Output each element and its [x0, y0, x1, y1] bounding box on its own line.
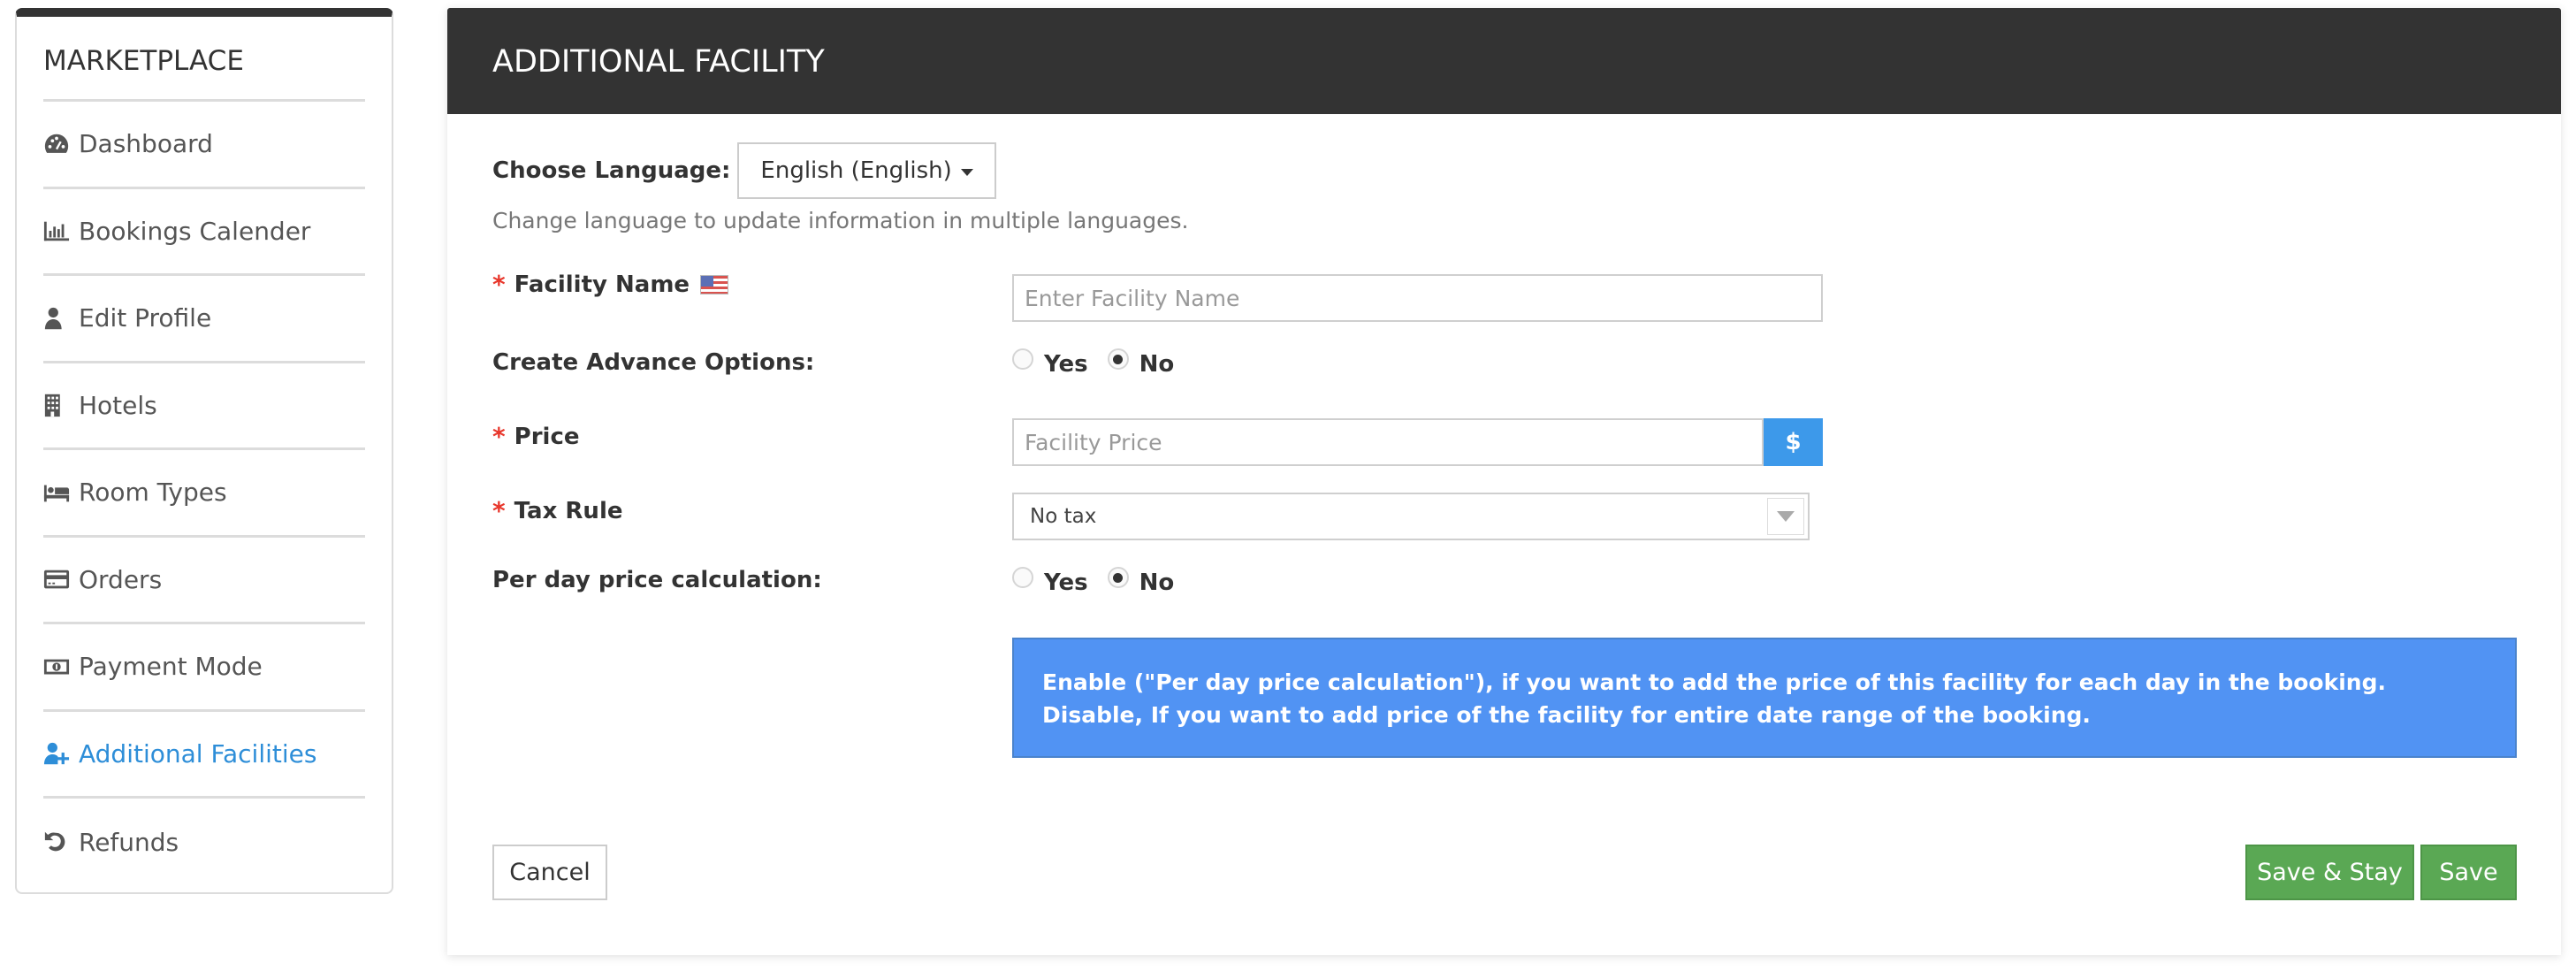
sidebar-item-bookings-calender[interactable]: Bookings Calender — [43, 189, 365, 276]
tax-rule-selected: No tax — [1030, 505, 1097, 528]
additional-facility-panel: ADDITIONAL FACILITY Choose Language: Eng… — [447, 8, 2561, 955]
sidebar-item-label: Room Types — [79, 478, 227, 508]
credit-card-icon — [43, 566, 73, 593]
sidebar-item-label: Orders — [79, 564, 163, 594]
per-day-price-label-text: Per day price calculation: — [492, 567, 822, 593]
sidebar-item-label: Edit Profile — [79, 303, 212, 333]
advance-options-radio-group: Yes No — [1012, 348, 1193, 378]
per-day-price-label: Per day price calculation: — [492, 567, 822, 593]
page-title: ADDITIONAL FACILITY — [447, 8, 2561, 114]
per-day-price-yes-radio[interactable] — [1012, 567, 1033, 588]
required-marker: * — [492, 496, 506, 525]
sidebar-item-payment-mode[interactable]: Payment Mode — [43, 624, 365, 712]
facility-name-input[interactable] — [1012, 274, 1823, 322]
facility-name-label: * Facility Name — [492, 270, 729, 299]
per-day-price-info-alert: Enable ("Per day price calculation"), if… — [1012, 638, 2517, 758]
advance-options-label: Create Advance Options: — [492, 349, 814, 376]
radio-label-no: No — [1139, 351, 1175, 378]
bed-icon — [43, 479, 73, 506]
dashboard-icon — [43, 131, 73, 157]
building-icon — [43, 392, 73, 418]
sidebar-item-label: Bookings Calender — [79, 216, 311, 246]
sidebar-item-dashboard[interactable]: Dashboard — [43, 102, 365, 189]
per-day-price-no-radio[interactable] — [1107, 567, 1129, 588]
language-label: Choose Language: — [492, 157, 731, 184]
caret-down-icon — [960, 169, 973, 176]
facility-price-input[interactable] — [1012, 418, 1764, 466]
tax-rule-select[interactable]: No tax — [1012, 493, 1810, 540]
dropdown-arrow-icon — [1767, 498, 1804, 535]
language-selected: English (English) — [760, 157, 952, 184]
sidebar-item-orders[interactable]: Orders — [43, 538, 365, 624]
user-icon — [43, 305, 73, 332]
language-row: Choose Language: English (English) — [492, 142, 996, 199]
sidebar-item-label: Hotels — [79, 390, 157, 420]
radio-label-yes: Yes — [1044, 570, 1088, 596]
language-help-text: Change language to update information in… — [492, 208, 1189, 233]
money-icon — [43, 654, 73, 680]
sidebar-item-label: Refunds — [79, 827, 179, 857]
sidebar: MARKETPLACE Dashboard Bookings Calender … — [15, 8, 393, 894]
sidebar-item-room-types[interactable]: Room Types — [43, 450, 365, 538]
sidebar-item-label: Dashboard — [79, 129, 213, 159]
cancel-button[interactable]: Cancel — [492, 845, 607, 900]
advance-options-label-text: Create Advance Options: — [492, 349, 815, 376]
sidebar-item-additional-facilities[interactable]: Additional Facilities — [43, 712, 365, 799]
radio-label-no: No — [1139, 570, 1175, 596]
language-dropdown[interactable]: English (English) — [737, 142, 996, 199]
required-marker: * — [492, 270, 506, 299]
tax-rule-label-text: Tax Rule — [514, 497, 623, 524]
bar-chart-icon — [43, 218, 73, 244]
us-flag-icon — [700, 274, 729, 294]
sidebar-item-hotels[interactable]: Hotels — [43, 363, 365, 450]
sidebar-item-refunds[interactable]: Refunds — [43, 799, 365, 886]
advance-options-no-radio[interactable] — [1107, 348, 1129, 370]
save-button[interactable]: Save — [2420, 845, 2517, 900]
sidebar-item-label: Payment Mode — [79, 652, 263, 682]
sidebar-item-label: Additional Facilities — [79, 738, 317, 768]
radio-label-yes: Yes — [1044, 351, 1088, 378]
undo-icon — [43, 829, 73, 855]
per-day-price-radio-group: Yes No — [1012, 567, 1193, 596]
user-plus-icon — [43, 740, 73, 767]
price-label: * Price — [492, 422, 580, 451]
sidebar-item-edit-profile[interactable]: Edit Profile — [43, 276, 365, 363]
currency-addon: $ — [1764, 418, 1823, 466]
facility-name-label-text: Facility Name — [514, 271, 690, 298]
save-and-stay-button[interactable]: Save & Stay — [2245, 845, 2414, 900]
required-marker: * — [492, 422, 506, 451]
sidebar-title: MARKETPLACE — [43, 17, 365, 102]
price-label-text: Price — [514, 423, 580, 450]
advance-options-yes-radio[interactable] — [1012, 348, 1033, 370]
tax-rule-label: * Tax Rule — [492, 496, 622, 525]
